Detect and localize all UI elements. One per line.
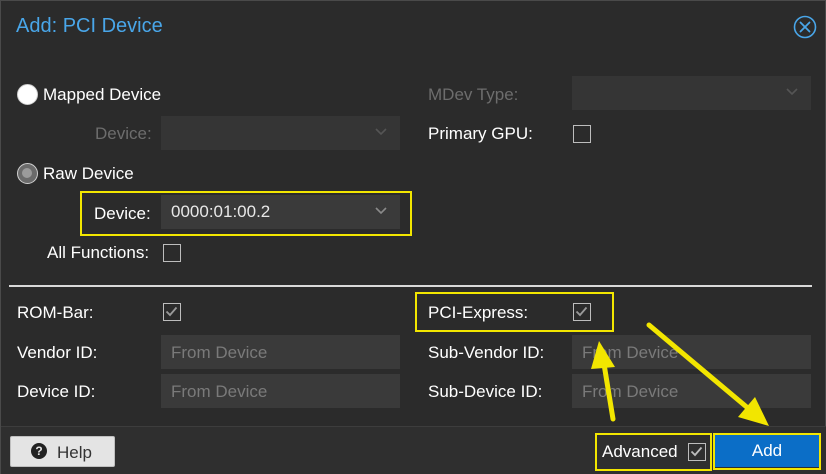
sub-device-id-input[interactable]: From Device [572, 374, 811, 408]
chevron-down-icon [375, 128, 387, 136]
mapped-device-label: Mapped Device [43, 85, 162, 104]
chevron-down-icon [786, 88, 798, 96]
checkmark-icon [690, 446, 703, 457]
mapped-device-select[interactable] [161, 116, 400, 150]
raw-device-highlight [80, 191, 412, 236]
add-pci-device-dialog: Add: PCI Device Mapped Device MDev Type:… [0, 0, 826, 474]
help-button-label: Help [57, 443, 92, 462]
device-id-input[interactable]: From Device [161, 374, 400, 408]
advanced-checkbox[interactable] [688, 443, 706, 461]
checkmark-icon [165, 306, 178, 317]
rom-bar-label: ROM-Bar: [17, 303, 94, 322]
all-functions-label: All Functions: [47, 243, 150, 262]
close-icon[interactable] [793, 15, 817, 39]
device-id-label: Device ID: [17, 382, 96, 401]
sub-device-id-placeholder: From Device [582, 382, 679, 401]
device-id-placeholder: From Device [171, 382, 268, 401]
all-functions-checkbox[interactable] [163, 244, 181, 262]
sub-vendor-id-label: Sub-Vendor ID: [428, 343, 545, 362]
mdev-type-select[interactable] [572, 76, 811, 110]
vendor-id-label: Vendor ID: [17, 343, 98, 362]
pci-express-highlight [415, 292, 614, 332]
advanced-label: Advanced [602, 442, 678, 461]
dialog-titlebar: Add: PCI Device [1, 1, 826, 55]
raw-device-radio[interactable] [17, 163, 38, 184]
advanced-separator [9, 285, 812, 287]
add-button-highlight [713, 433, 821, 470]
primary-gpu-label: Primary GPU: [428, 124, 533, 143]
mapped-device-radio[interactable] [17, 84, 38, 105]
vendor-id-placeholder: From Device [171, 343, 268, 362]
primary-gpu-checkbox[interactable] [573, 125, 591, 143]
sub-device-id-label: Sub-Device ID: [428, 382, 543, 401]
question-circle-icon: ? [31, 443, 47, 459]
sub-vendor-id-placeholder: From Device [582, 343, 679, 362]
dialog-title: Add: PCI Device [16, 15, 163, 37]
help-button[interactable]: ? Help [10, 436, 115, 467]
sub-vendor-id-input[interactable]: From Device [572, 335, 811, 369]
raw-device-label: Raw Device [43, 164, 134, 183]
mapped-device-field-label: Device: [95, 124, 152, 143]
vendor-id-input[interactable]: From Device [161, 335, 400, 369]
rom-bar-checkbox[interactable] [163, 303, 181, 321]
mdev-type-label: MDev Type: [428, 85, 519, 104]
